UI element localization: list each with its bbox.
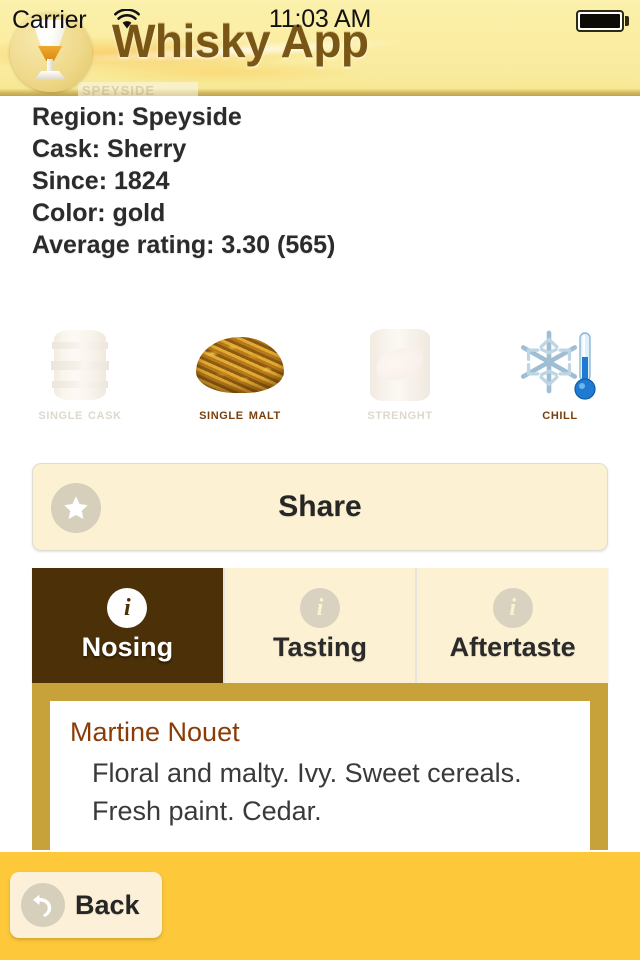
info-icon: i (492, 588, 533, 628)
attribute-strength[interactable]: Strenght (320, 312, 480, 424)
tab-label-nosing: Nosing (81, 632, 174, 662)
note-author: Martine Nouet (70, 717, 240, 747)
attribute-chill[interactable]: Chill (480, 312, 640, 424)
tab-aftertaste[interactable]: i Aftertaste (417, 568, 609, 683)
info-icon: i (107, 588, 148, 628)
logo-glass-stem (47, 59, 53, 73)
whisky-details: Region: Speyside Cask: Sherry Since: 182… (32, 101, 592, 261)
header-watermark: SPEYSIDE (78, 82, 198, 96)
attribute-label-strength: Strenght (367, 406, 433, 423)
detail-cask: Cask: Sherry (32, 135, 187, 163)
snowflake-thermometer-icon (514, 325, 606, 405)
tab-label-aftertaste: Aftertaste (449, 632, 576, 662)
barrel-icon (34, 325, 126, 405)
clock-label: 11:03 AM (268, 5, 372, 33)
note-tabs: i Nosing i Tasting i Aftertaste (32, 568, 609, 683)
app-root: SPEYSIDE Whisky App Carrier 11:03 AM Reg… (0, 0, 640, 960)
attribute-icon-row: Single Cask Single Malt Strenght (0, 312, 640, 424)
undo-arrow-icon (21, 883, 65, 927)
attribute-label-single-cask: Single Cask (38, 406, 122, 423)
attribute-label-single-malt: Single Malt (199, 406, 281, 423)
share-label: Share (278, 490, 362, 523)
share-button[interactable]: Share (32, 463, 608, 551)
battery-fill (580, 14, 620, 28)
back-button[interactable]: Back (10, 872, 162, 938)
status-bar: Carrier 11:03 AM (0, 0, 640, 40)
star-icon (51, 483, 101, 533)
logo-glass-foot (34, 71, 66, 80)
tab-tasting[interactable]: i Tasting (224, 568, 416, 683)
battery-cap (625, 16, 629, 26)
strong-arm-barrel-icon (354, 325, 446, 405)
tasting-note-card[interactable]: Martine Nouet Floral and malty. Ivy. Swe… (50, 701, 590, 850)
battery-full-icon (576, 10, 624, 32)
info-icon: i (300, 588, 340, 628)
note-body: Floral and malty. Ivy. Sweet cereals. Fr… (92, 758, 522, 826)
attribute-single-cask[interactable]: Single Cask (0, 312, 160, 424)
snowflake-icon (520, 330, 578, 394)
detail-average-rating: Average rating: 3.30 (565) (32, 231, 336, 259)
attribute-label-chill: Chill (542, 406, 578, 423)
attribute-single-malt[interactable]: Single Malt (160, 312, 320, 424)
detail-since: Since: 1824 (32, 167, 170, 195)
bottom-toolbar: Back (0, 852, 640, 960)
barley-grain-icon (194, 325, 286, 405)
detail-color: Color: gold (32, 199, 166, 227)
back-label: Back (75, 889, 140, 920)
detail-region: Region: Speyside (32, 103, 242, 131)
tasting-note-frame: Martine Nouet Floral and malty. Ivy. Swe… (32, 683, 608, 850)
thermometer-icon (574, 332, 596, 400)
tab-label-tasting: Tasting (273, 632, 367, 662)
tab-nosing[interactable]: i Nosing (32, 568, 223, 683)
